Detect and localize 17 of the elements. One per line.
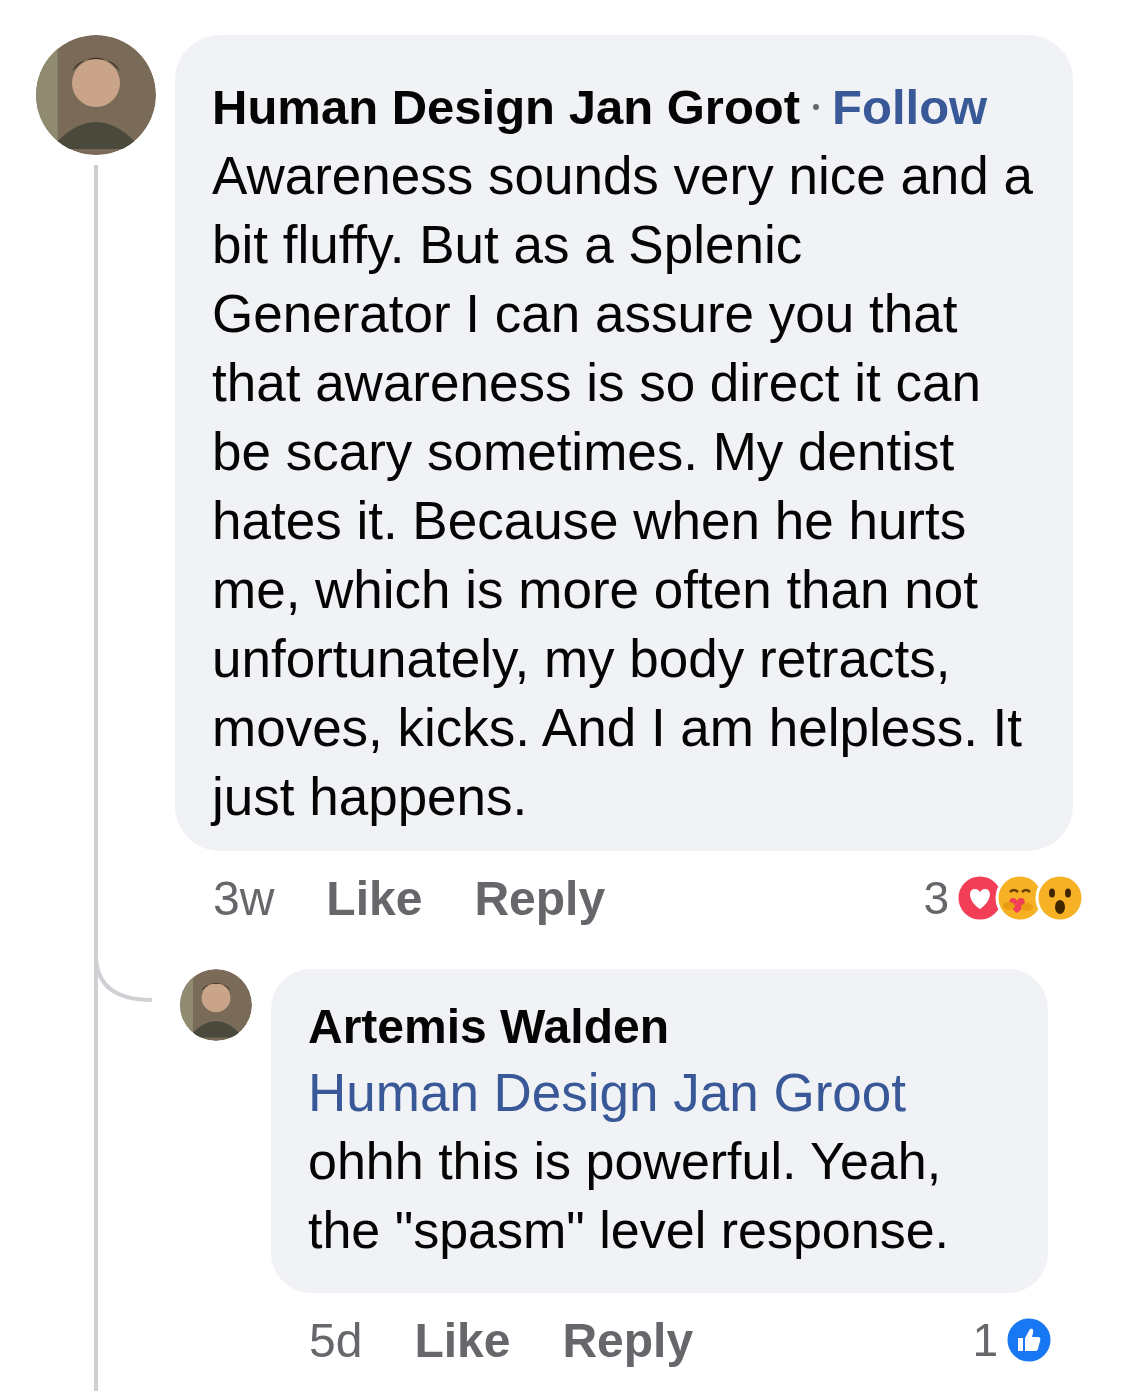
reaction-count[interactable]: 1: [972, 1313, 998, 1367]
comment-text: ohhh this is powerful. Yeah, the "spasm" level response.: [308, 1131, 950, 1261]
author-name[interactable]: Human Design Jan Groot: [212, 73, 801, 141]
like-link[interactable]: Like: [326, 870, 423, 926]
follow-link[interactable]: Follow: [832, 79, 988, 135]
comment-text: Awareness sounds very nice and a bit fluffy. But as a Splenic Generator I can assure you that that awareness is so direct it can be scary sometimes. My dentist hates it. Because when he hurts me, which is more often than not unfortunately, my body retracts, moves, kicks. And I am helpless. It just happens.: [212, 145, 1034, 828]
author-name[interactable]: Artemis Walden: [308, 995, 669, 1059]
mention-link[interactable]: Human Design Jan Groot: [308, 1059, 1012, 1127]
like-link[interactable]: Like: [414, 1312, 511, 1368]
surprised-face-icon: [1035, 873, 1085, 923]
thumbs-up-icon: [1004, 1315, 1054, 1365]
reply-link[interactable]: Reply: [562, 1312, 694, 1368]
separator-dot: [813, 104, 820, 110]
reaction-count[interactable]: 3: [923, 871, 949, 925]
timestamp[interactable]: 3w: [213, 870, 275, 926]
timestamp[interactable]: 5d: [309, 1312, 363, 1368]
reply-link[interactable]: Reply: [474, 870, 606, 926]
